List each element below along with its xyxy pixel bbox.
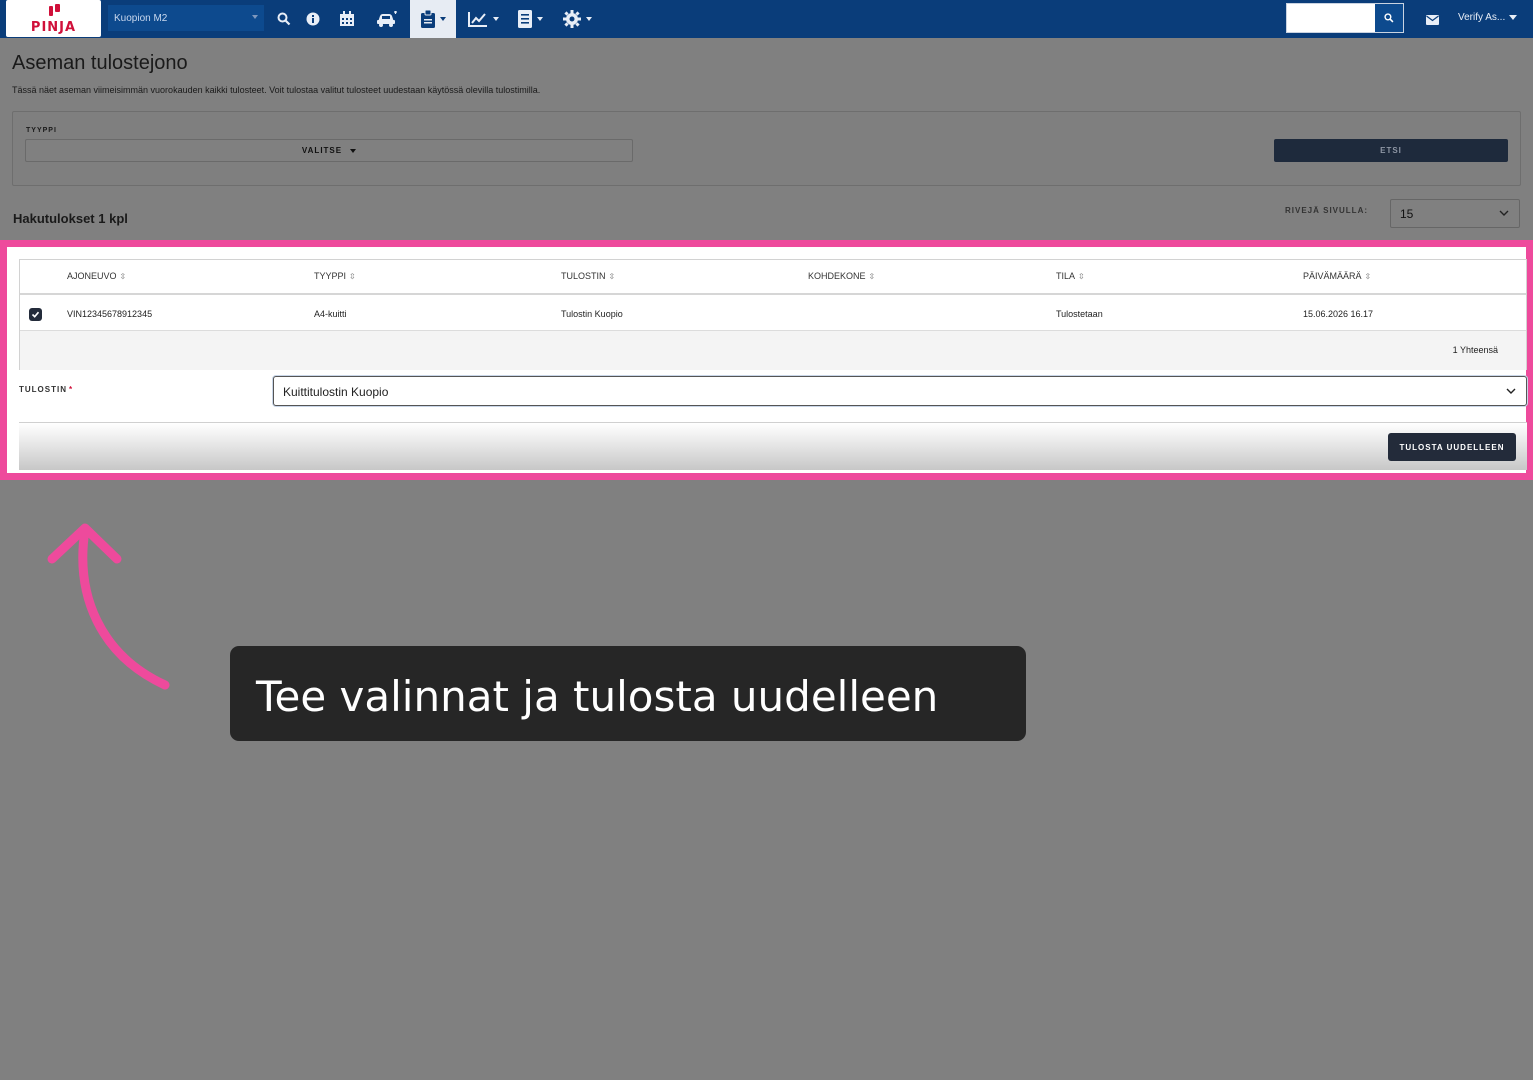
type-filter-label: TYYPPI	[26, 127, 57, 134]
column-header-vehicle[interactable]: AJONEUVO ⇳	[67, 271, 126, 281]
sort-icon: ⇳	[868, 272, 876, 281]
info-icon	[306, 12, 320, 26]
column-header-label: TYYPPI	[314, 271, 347, 281]
printer-label-text: TULOSTIN	[19, 385, 67, 394]
chevron-down-icon	[252, 15, 258, 19]
chart-icon	[467, 12, 487, 27]
calendar-icon	[340, 11, 354, 26]
rows-per-page-value: 15	[1400, 207, 1414, 221]
nav-search-button[interactable]	[272, 0, 296, 38]
nav-document-menu[interactable]	[510, 0, 550, 38]
column-header-type[interactable]: TYYPPI ⇳	[314, 271, 356, 281]
messages-button[interactable]	[1426, 12, 1439, 30]
user-name: Verify As...	[1458, 12, 1506, 23]
search-icon	[1384, 13, 1394, 23]
column-header-label: KOHDEKONE	[808, 271, 866, 281]
pinja-logo[interactable]: PINJA	[6, 0, 101, 37]
logo-text: PINJA	[30, 20, 77, 35]
car-icon	[377, 11, 397, 27]
column-header-date[interactable]: PÄIVÄMÄÄRÄ ⇳	[1303, 271, 1371, 281]
required-mark: *	[69, 385, 74, 394]
table-row[interactable]: VIN12345678912345 A4-kuitti Tulostin Kuo…	[20, 296, 1526, 331]
print-queue-panel: AJONEUVO ⇳ TYYPPI ⇳ TULOSTIN ⇳ KOHDEKONE ⇳ T…	[14, 254, 1527, 470]
nav-vehicle-button[interactable]	[370, 0, 404, 38]
table-footer: 1 Yhteensä	[20, 331, 1526, 370]
nav-calendar-button[interactable]	[332, 0, 362, 38]
chevron-down-icon	[492, 17, 499, 21]
chevron-down-icon	[439, 17, 446, 21]
column-header-status[interactable]: TILA ⇳	[1056, 271, 1085, 281]
search-icon	[277, 12, 291, 26]
user-menu[interactable]: Verify As...	[1458, 12, 1518, 23]
chevron-down-icon	[1506, 388, 1516, 394]
printer-select[interactable]: Kuittitulostin Kuopio	[273, 376, 1527, 406]
nav-chart-menu[interactable]	[462, 0, 504, 38]
page-description: Tässä näet aseman viimeisimmän vuorokaud…	[12, 85, 541, 95]
print-queue-table: AJONEUVO ⇳ TYYPPI ⇳ TULOSTIN ⇳ KOHDEKONE ⇳ T…	[19, 259, 1527, 370]
rows-per-page-select[interactable]: 15	[1390, 199, 1520, 228]
nav-clipboard-menu[interactable]	[410, 0, 456, 38]
global-search-input[interactable]	[1286, 3, 1404, 33]
type-filter-value: VALITSE	[301, 146, 343, 155]
cell-type: A4-kuitti	[314, 309, 347, 319]
reprint-button[interactable]: TULOSTA UUDELLEEN	[1388, 433, 1516, 461]
filter-card: TYYPPI VALITSE ETSI	[12, 111, 1521, 186]
chevron-down-icon	[350, 148, 357, 153]
page-title: Aseman tulostejono	[12, 52, 188, 74]
nav-settings-menu[interactable]	[556, 0, 598, 38]
arrow-icon	[47, 523, 170, 690]
rows-per-page-label: RIVEJÄ SIVULLA:	[1285, 206, 1369, 215]
sort-icon: ⇳	[608, 272, 616, 281]
gear-icon	[562, 10, 581, 28]
chevron-down-icon	[1509, 14, 1518, 20]
column-header-label: TULOSTIN	[561, 271, 606, 281]
column-header-label: PÄIVÄMÄÄRÄ	[1303, 271, 1362, 281]
action-bar: TULOSTA UUDELLEEN	[19, 422, 1527, 470]
sort-icon: ⇳	[349, 272, 356, 281]
column-header-label: TILA	[1056, 271, 1076, 281]
printer-label: TULOSTIN *	[19, 385, 73, 394]
chevron-down-icon	[585, 17, 592, 21]
sort-icon: ⇳	[1364, 272, 1372, 281]
column-header-label: AJONEUVO	[67, 271, 117, 281]
results-count: Hakutulokset 1 kpl	[13, 211, 128, 226]
sort-icon: ⇳	[1078, 272, 1085, 281]
global-search-button[interactable]	[1375, 4, 1403, 32]
column-header-target-machine[interactable]: KOHDEKONE ⇳	[808, 271, 875, 281]
printer-select-value: Kuittitulostin Kuopio	[283, 385, 389, 399]
sort-icon: ⇳	[119, 272, 127, 281]
station-select-value: Kuopion M2	[114, 13, 168, 24]
checkmark-icon	[31, 311, 40, 318]
cell-vehicle: VIN12345678912345	[67, 309, 153, 319]
top-navbar: PINJA Kuopion M2 Verify As...	[0, 0, 1533, 38]
cell-status: Tulostetaan	[1056, 309, 1103, 319]
document-icon	[517, 10, 532, 28]
type-filter-select[interactable]: VALITSE	[25, 139, 633, 162]
mail-icon	[1426, 15, 1439, 25]
chevron-down-icon	[1499, 210, 1509, 216]
table-header: AJONEUVO ⇳ TYYPPI ⇳ TULOSTIN ⇳ KOHDEKONE ⇳ T…	[20, 260, 1526, 295]
column-header-printer[interactable]: TULOSTIN ⇳	[561, 271, 615, 281]
search-button[interactable]: ETSI	[1274, 139, 1508, 162]
station-select[interactable]: Kuopion M2	[108, 5, 264, 31]
chevron-down-icon	[536, 17, 543, 21]
cell-date: 15.06.2026 16.17	[1303, 309, 1374, 319]
row-checkbox[interactable]	[29, 308, 42, 321]
total-count: 1 Yhteensä	[1452, 345, 1498, 355]
cell-printer: Tulostin Kuopio	[561, 309, 623, 319]
clipboard-icon	[420, 10, 435, 28]
nav-info-button[interactable]	[302, 0, 324, 38]
logo-mark-icon	[49, 4, 61, 18]
annotation-callout: Tee valinnat ja tulosta uudelleen	[230, 646, 1026, 741]
highlighted-print-panel: AJONEUVO ⇳ TYYPPI ⇳ TULOSTIN ⇳ KOHDEKONE ⇳ T…	[0, 240, 1533, 480]
